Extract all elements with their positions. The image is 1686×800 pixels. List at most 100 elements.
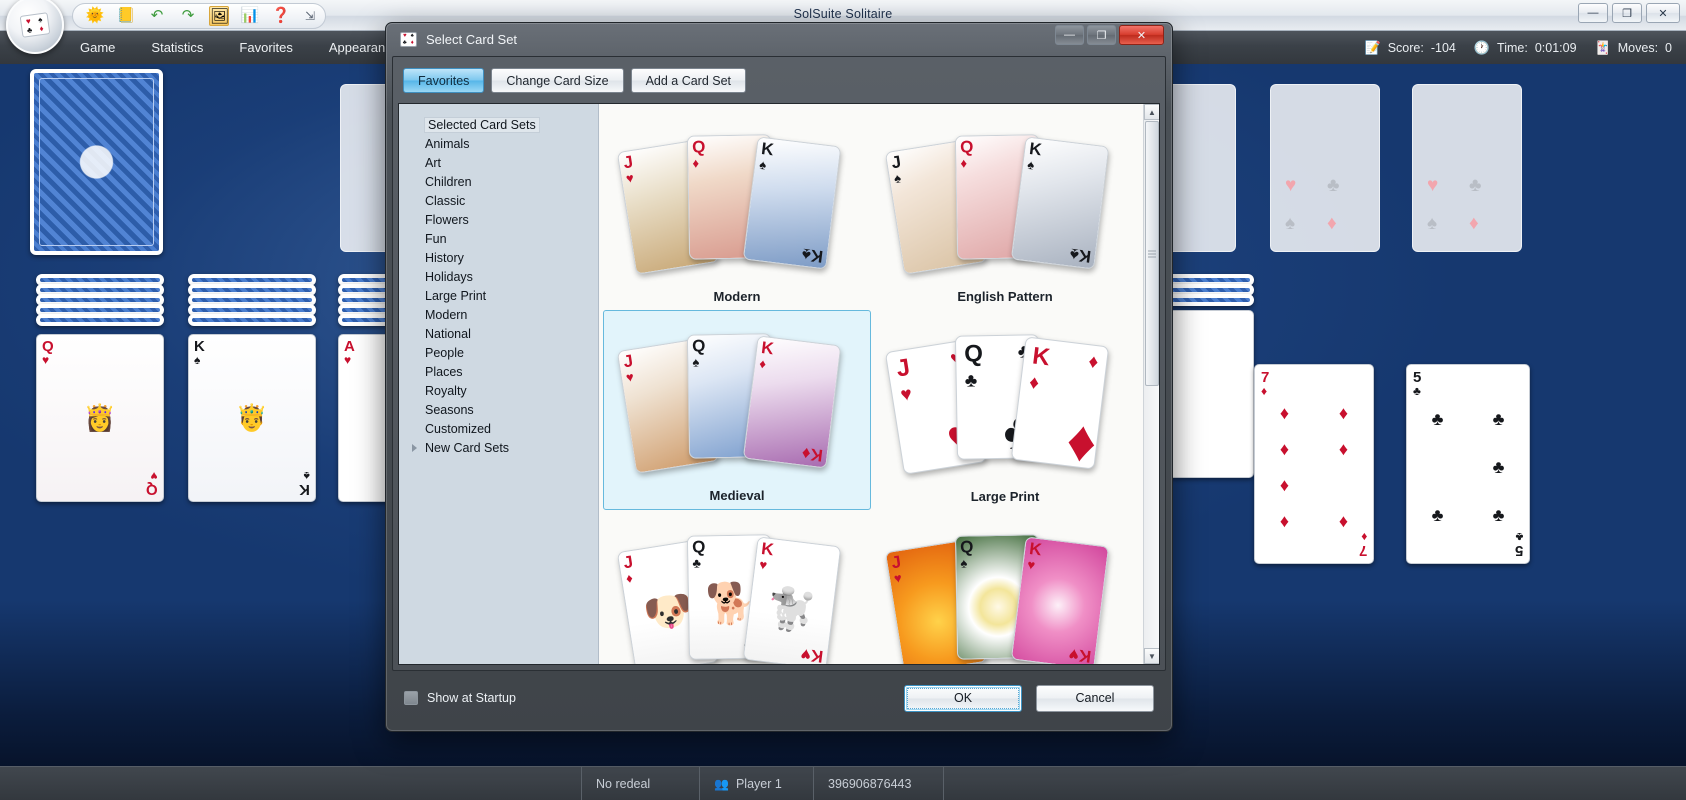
- dialog-close-button[interactable]: ✕: [1119, 25, 1164, 45]
- card-set-english-pattern[interactable]: J♠ J♠ Q♦ Q♦ K♠ K♠: [871, 110, 1139, 310]
- scrollbar-thumb[interactable]: [1145, 121, 1159, 386]
- show-at-startup-checkbox-row[interactable]: Show at Startup: [404, 691, 516, 705]
- sidebar-item-label: Fun: [425, 232, 447, 246]
- pencil-note-icon: 📝: [1364, 39, 1381, 55]
- scroll-up-icon[interactable]: ▲: [1144, 104, 1159, 120]
- dialog-body: Favorites Change Card Size Add a Card Se…: [392, 56, 1166, 671]
- new-game-icon[interactable]: 🌞: [85, 6, 105, 26]
- sidebar-item-children[interactable]: Children: [399, 173, 598, 192]
- sidebar-item-national[interactable]: National: [399, 325, 598, 344]
- close-button[interactable]: ✕: [1646, 3, 1680, 23]
- tableau-card[interactable]: 5 ♣ ♣ ♣ ♣ ♣ ♣ 5 ♣: [1406, 364, 1530, 564]
- menu-game[interactable]: Game: [62, 31, 133, 64]
- undo-icon[interactable]: ↶: [147, 6, 167, 26]
- tab-add-a-card-set[interactable]: Add a Card Set: [630, 68, 747, 93]
- player-icon: 👥: [714, 776, 729, 791]
- sidebar-item-label: Flowers: [425, 213, 469, 227]
- tableau-column[interactable]: Q ♥ 👸 Q ♥: [36, 274, 164, 502]
- sidebar-item-new-card-sets[interactable]: New Card Sets: [399, 439, 598, 458]
- statusbar-player: 👥 Player 1: [700, 766, 814, 800]
- minimize-button[interactable]: —: [1578, 3, 1608, 23]
- card-set-preview: 🐶 J♦ J♦ 🐕 Q♣ Q♣: [616, 531, 852, 664]
- score-value: -104: [1430, 40, 1456, 55]
- sidebar-item-selected-card-sets[interactable]: Selected Card Sets: [399, 116, 598, 135]
- menu-statistics[interactable]: Statistics: [133, 31, 221, 64]
- tab-favorites[interactable]: Favorites: [403, 68, 485, 93]
- moves-label: Moves:: [1617, 40, 1659, 55]
- sidebar-item-label: Royalty: [425, 384, 467, 398]
- grid-scrollbar[interactable]: ▲ ▼: [1143, 104, 1159, 664]
- tableau-card[interactable]: 7 ♦ ♦ ♦ ♦ ♦ ♦ ♦ ♦ 7 ♦: [1254, 364, 1374, 564]
- help-icon[interactable]: ❓: [271, 6, 291, 26]
- show-at-startup-checkbox[interactable]: [404, 691, 418, 705]
- statusbar-gameid: 396906876443: [814, 766, 944, 800]
- sidebar-item-animals[interactable]: Animals: [399, 135, 598, 154]
- dialog-title: Select Card Set: [426, 32, 518, 47]
- sidebar-item-flowers[interactable]: Flowers: [399, 211, 598, 230]
- toolbar-overflow-icon[interactable]: ⇲: [305, 9, 315, 23]
- card-set-modern[interactable]: J♥ J♥ J♥ Q♦ Q♦: [603, 110, 871, 310]
- show-at-startup-label: Show at Startup: [427, 691, 516, 705]
- tab-change-card-size[interactable]: Change Card Size: [491, 68, 624, 93]
- sidebar-item-modern[interactable]: Modern: [399, 306, 598, 325]
- sidebar-item-label: Classic: [425, 194, 466, 208]
- card-set-flowers-close-ups[interactable]: J♥ J♥ Q♠ Q♠ K♥ K♥: [871, 510, 1139, 664]
- sidebar-item-seasons[interactable]: Seasons: [399, 401, 598, 420]
- sidebar-item-label: History: [425, 251, 464, 265]
- dialog-maximize-button[interactable]: ❐: [1087, 25, 1116, 45]
- card-set-preview: J♥ J♥ Q♠ Q♠ K♦ K♦: [616, 330, 852, 482]
- sidebar-item-art[interactable]: Art: [399, 154, 598, 173]
- open-game-icon[interactable]: 📒: [116, 6, 136, 26]
- ok-button[interactable]: OK: [904, 684, 1022, 712]
- statusbar-player-label: Player 1: [735, 776, 782, 791]
- statistics-icon[interactable]: 📊: [240, 6, 260, 26]
- tableau-column[interactable]: K ♠ 🤴 K ♠: [188, 274, 316, 502]
- menu-favorites[interactable]: Favorites: [221, 31, 310, 64]
- dialog-footer: Show at Startup OK Cancel: [392, 673, 1166, 723]
- card-set-medieval[interactable]: J♥ J♥ Q♠ Q♠ K♦ K♦: [603, 310, 871, 510]
- card-set-grid-wrapper: J♥ J♥ J♥ Q♦ Q♦: [599, 104, 1159, 664]
- select-card-set-dialog: ♥ ♠ ♣ ♦ Select Card Set — ❐ ✕ Favorites Cha…: [385, 22, 1173, 732]
- sidebar-item-label: New Card Sets: [425, 441, 510, 455]
- dialog-minimize-button[interactable]: —: [1055, 25, 1084, 45]
- sidebar-item-label: Customized: [425, 422, 491, 436]
- stock-card-back[interactable]: [30, 69, 163, 255]
- sidebar-item-customized[interactable]: Customized: [399, 420, 598, 439]
- time-status: 🕐 Time: 0:01:09: [1474, 40, 1577, 56]
- sidebar-item-holidays[interactable]: Holidays: [399, 268, 598, 287]
- appearance-icon[interactable]: 🖼: [209, 6, 229, 26]
- sidebar-item-people[interactable]: People: [399, 344, 598, 363]
- sidebar-item-places[interactable]: Places: [399, 363, 598, 382]
- scroll-down-icon[interactable]: ▼: [1144, 648, 1159, 664]
- foundation-slot[interactable]: ♥ ♣ ♠ ♦: [1412, 84, 1522, 252]
- sidebar-item-royalty[interactable]: Royalty: [399, 382, 598, 401]
- sidebar-item-history[interactable]: History: [399, 249, 598, 268]
- statusbar-spacer: [0, 766, 582, 800]
- dialog-action-buttons: OK Cancel: [904, 684, 1154, 712]
- redo-icon[interactable]: ↷: [178, 6, 198, 26]
- maximize-button[interactable]: ❐: [1612, 3, 1642, 23]
- sidebar-item-label: National: [425, 327, 471, 341]
- cancel-button[interactable]: Cancel: [1036, 684, 1154, 712]
- card-set-puppies[interactable]: 🐶 J♦ J♦ 🐕 Q♣ Q♣: [603, 510, 871, 664]
- score-label: Score:: [1387, 40, 1424, 55]
- sidebar-item-fun[interactable]: Fun: [399, 230, 598, 249]
- foundation-slot[interactable]: ♥ ♣ ♠ ♦: [1270, 84, 1380, 252]
- dialog-tabs: Favorites Change Card Size Add a Card Se…: [393, 57, 1165, 102]
- chevron-right-icon[interactable]: [412, 444, 417, 452]
- moves-value: 0: [1665, 40, 1672, 55]
- scrollbar-grip-icon: [1148, 250, 1156, 257]
- sidebar-item-large-print[interactable]: Large Print: [399, 287, 598, 306]
- main-window-buttons: — ❐ ✕: [1578, 3, 1680, 23]
- card-set-preview: J♥ J♥ Q♠ Q♠ K♥ K♥: [884, 531, 1120, 664]
- dialog-window-buttons: — ❐ ✕: [1055, 25, 1164, 45]
- card-set-preview: J♠ J♠ Q♦ Q♦ K♠ K♠: [884, 131, 1120, 283]
- sidebar-item-label: Selected Card Sets: [424, 117, 540, 133]
- sidebar-item-classic[interactable]: Classic: [399, 192, 598, 211]
- card-set-label: English Pattern: [957, 289, 1053, 304]
- time-label: Time:: [1497, 40, 1528, 55]
- toolbar: 🌞 📒 ↶ ↷ 🖼 📊 ❓ ⇲: [72, 3, 327, 29]
- clock-icon: 🕐: [1473, 39, 1491, 55]
- time-value: 0:01:09: [1534, 40, 1577, 55]
- card-set-large-print[interactable]: J ♥ ♥ ♥ Q ♣ ♣ ♣: [871, 310, 1139, 510]
